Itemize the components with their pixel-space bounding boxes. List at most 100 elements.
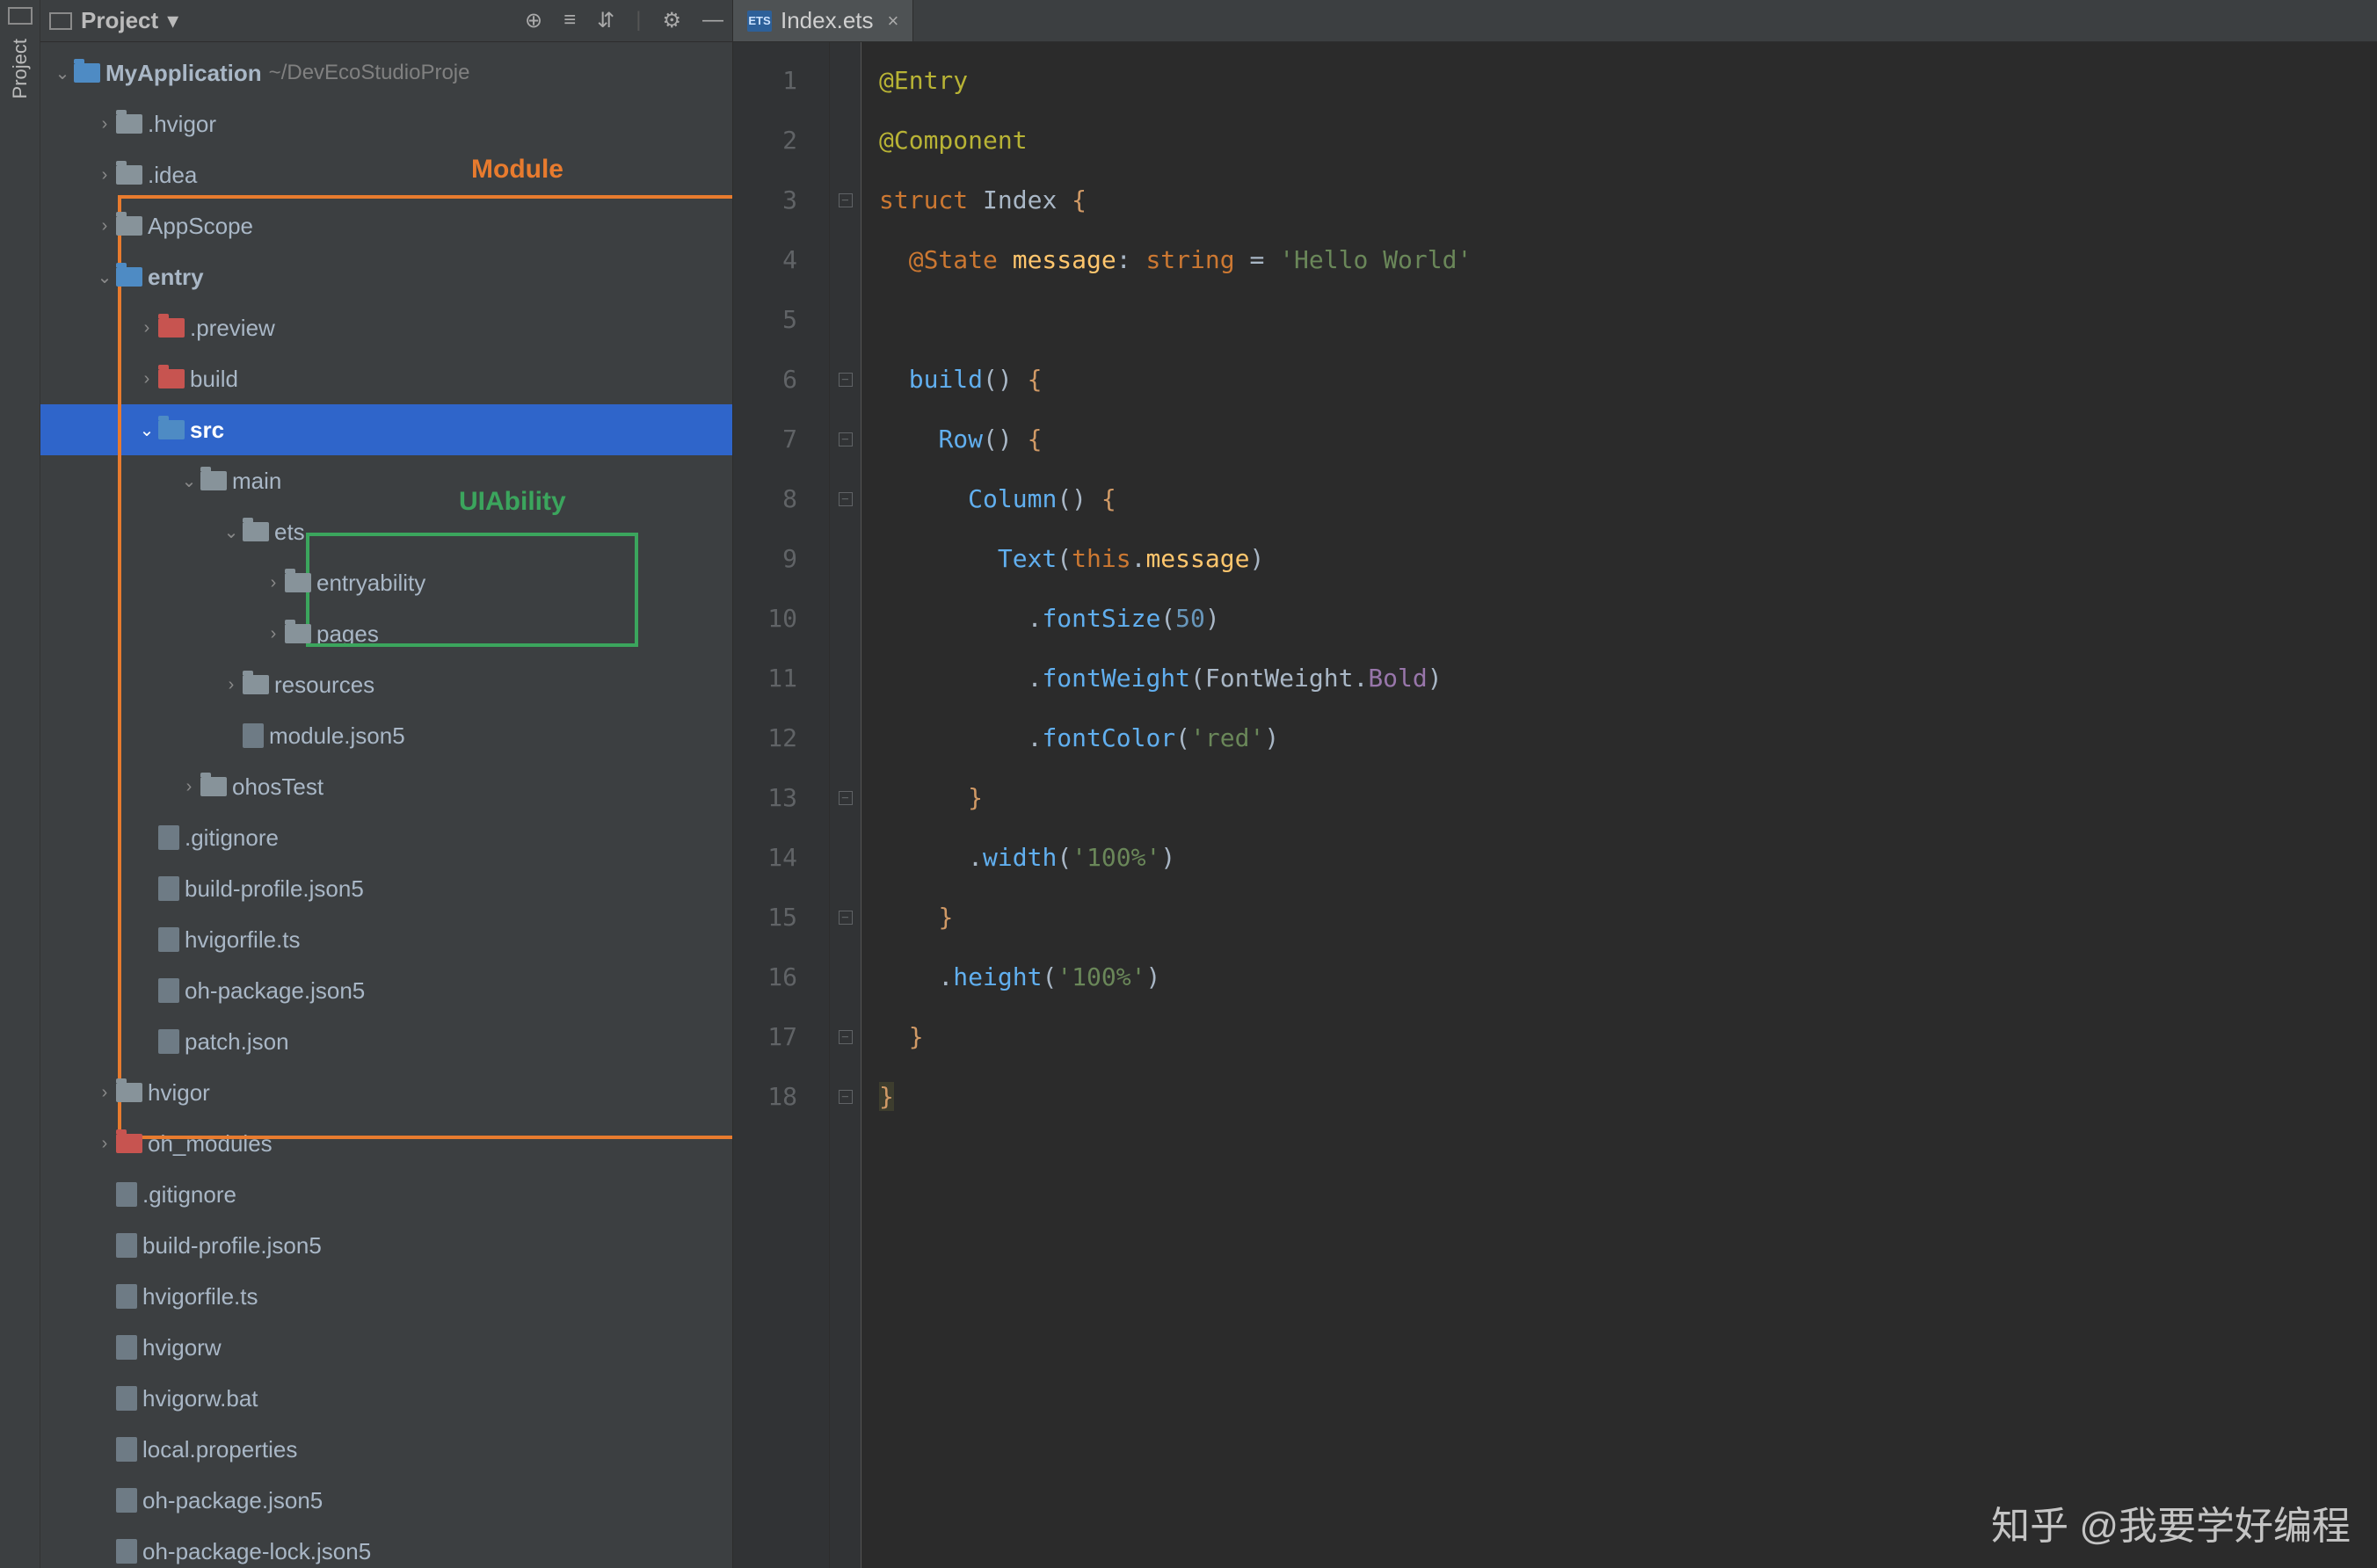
project-view-selector[interactable]: Project ▾ — [49, 7, 178, 34]
chevron-down-icon[interactable]: ⌄ — [93, 266, 116, 288]
fold-toggle-icon[interactable]: − — [839, 193, 853, 207]
chevron-right-icon[interactable]: › — [93, 1083, 116, 1103]
gear-icon[interactable]: ⚙ — [662, 8, 681, 33]
tree-row-oh-package-json5[interactable]: oh-package.json5 — [40, 965, 732, 1016]
close-icon[interactable]: × — [888, 10, 899, 33]
tree-row-build-profile-json5[interactable]: build-profile.json5 — [40, 863, 732, 914]
tree-row-resources[interactable]: ›resources — [40, 659, 732, 710]
code-line[interactable]: Column() { — [879, 469, 2377, 529]
line-number: 15 — [733, 888, 797, 947]
folder-icon — [158, 420, 185, 439]
fold-toggle-icon[interactable]: − — [839, 1090, 853, 1104]
tree-row-hvigorw-bat[interactable]: hvigorw.bat — [40, 1373, 732, 1424]
project-toolwin-tab[interactable]: Project — [5, 30, 35, 107]
chevron-down-icon[interactable]: ⌄ — [178, 470, 200, 492]
project-tree[interactable]: Module UIAbility ⌄MyApplication~/DevEcoS… — [40, 42, 732, 1568]
locate-icon[interactable]: ⊕ — [525, 8, 542, 33]
chevron-right-icon[interactable]: › — [135, 369, 158, 389]
code-line[interactable]: Row() { — [879, 410, 2377, 469]
code-line[interactable]: build() { — [879, 350, 2377, 410]
tree-row--gitignore[interactable]: .gitignore — [40, 1169, 732, 1220]
token: () — [1057, 484, 1101, 513]
tree-row-hvigor[interactable]: ›hvigor — [40, 1067, 732, 1118]
chevron-down-icon[interactable]: ⌄ — [220, 521, 243, 543]
tree-row-ets[interactable]: ⌄ets — [40, 506, 732, 557]
fold-cell: − — [830, 171, 861, 230]
code-line[interactable]: } — [879, 1007, 2377, 1067]
fold-toggle-icon[interactable]: − — [839, 1030, 853, 1044]
token: FontWeight — [1205, 664, 1354, 693]
code-line[interactable] — [879, 290, 2377, 350]
code-line[interactable]: .fontWeight(FontWeight.Bold) — [879, 649, 2377, 708]
tree-row-ohostest[interactable]: ›ohosTest — [40, 761, 732, 812]
fold-toggle-icon[interactable]: − — [839, 492, 853, 506]
chevron-right-icon[interactable]: › — [93, 114, 116, 134]
tree-row-hvigorfile-ts[interactable]: hvigorfile.ts — [40, 914, 732, 965]
ets-file-icon: ETS — [747, 11, 772, 32]
fold-toggle-icon[interactable]: − — [839, 373, 853, 387]
chevron-right-icon[interactable]: › — [220, 675, 243, 695]
fold-toggle-icon[interactable]: − — [839, 432, 853, 446]
editor-tab-index-ets[interactable]: ETS Index.ets × — [733, 0, 913, 41]
tree-row-build-profile-json5[interactable]: build-profile.json5 — [40, 1220, 732, 1271]
tree-row-entryability[interactable]: ›entryability — [40, 557, 732, 608]
chevron-down-icon[interactable]: ⌄ — [135, 419, 158, 441]
chevron-right-icon[interactable]: › — [178, 777, 200, 797]
file-icon — [158, 927, 179, 952]
tree-row-entry[interactable]: ⌄entry — [40, 251, 732, 302]
code-content[interactable]: @Entry@Componentstruct Index { @State me… — [861, 42, 2377, 1568]
chevron-right-icon[interactable]: › — [262, 624, 285, 644]
code-line[interactable]: } — [879, 768, 2377, 828]
code-line[interactable]: .width('100%') — [879, 828, 2377, 888]
chevron-down-icon[interactable]: ⌄ — [51, 62, 74, 84]
tree-row--preview[interactable]: ›.preview — [40, 302, 732, 353]
expand-icon[interactable]: ≡ — [563, 8, 576, 33]
code-line[interactable]: @State message: string = 'Hello World' — [879, 230, 2377, 290]
tree-row--hvigor[interactable]: ›.hvigor — [40, 98, 732, 149]
chevron-right-icon[interactable]: › — [135, 318, 158, 338]
code-line[interactable]: .height('100%') — [879, 947, 2377, 1007]
code-line[interactable]: } — [879, 888, 2377, 947]
tree-row-myapplication[interactable]: ⌄MyApplication~/DevEcoStudioProje — [40, 47, 732, 98]
token: ) — [1249, 544, 1264, 573]
code-line[interactable]: struct Index { — [879, 171, 2377, 230]
tree-row-local-properties[interactable]: local.properties — [40, 1424, 732, 1475]
code-line[interactable]: .fontColor('red') — [879, 708, 2377, 768]
tree-row-appscope[interactable]: ›AppScope — [40, 200, 732, 251]
annotation-uiability-label: UIAbility — [459, 487, 566, 517]
folder-icon — [243, 522, 269, 541]
minimize-icon[interactable]: — — [702, 8, 723, 33]
file-icon — [158, 1029, 179, 1054]
line-number: 7 — [733, 410, 797, 469]
code-line[interactable]: .fontSize(50) — [879, 589, 2377, 649]
tree-row-hvigorfile-ts[interactable]: hvigorfile.ts — [40, 1271, 732, 1322]
code-line[interactable]: } — [879, 1067, 2377, 1127]
fold-toggle-icon[interactable]: − — [839, 791, 853, 805]
chevron-right-icon[interactable]: › — [93, 1134, 116, 1154]
tree-row-hvigorw[interactable]: hvigorw — [40, 1322, 732, 1373]
token: height — [953, 962, 1042, 991]
tree-row--idea[interactable]: ›.idea — [40, 149, 732, 200]
chevron-right-icon[interactable]: › — [93, 165, 116, 185]
code-line[interactable]: @Component — [879, 111, 2377, 171]
tree-row-module-json5[interactable]: module.json5 — [40, 710, 732, 761]
tree-row-patch-json[interactable]: patch.json — [40, 1016, 732, 1067]
tree-row--gitignore[interactable]: .gitignore — [40, 812, 732, 863]
tree-row-oh-modules[interactable]: ›oh_modules — [40, 1118, 732, 1169]
tree-row-oh-package-lock-json5[interactable]: oh-package-lock.json5 — [40, 1526, 732, 1568]
fold-toggle-icon[interactable]: − — [839, 911, 853, 925]
collapse-icon[interactable]: ⇵ — [597, 8, 614, 33]
chevron-right-icon[interactable]: › — [93, 216, 116, 236]
tree-row-build[interactable]: ›build — [40, 353, 732, 404]
code-editor[interactable]: 123456789101112131415161718 −−−−−−−− @En… — [733, 42, 2377, 1568]
tree-row-oh-package-json5[interactable]: oh-package.json5 — [40, 1475, 732, 1526]
token: ( — [1057, 544, 1072, 573]
code-line[interactable]: @Entry — [879, 51, 2377, 111]
tree-row-main[interactable]: ⌄main — [40, 455, 732, 506]
tree-item-label: src — [190, 417, 224, 444]
token — [879, 425, 938, 454]
code-line[interactable]: Text(this.message) — [879, 529, 2377, 589]
chevron-right-icon[interactable]: › — [262, 573, 285, 593]
tree-row-pages[interactable]: ›pages — [40, 608, 732, 659]
tree-row-src[interactable]: ⌄ src — [40, 404, 732, 455]
